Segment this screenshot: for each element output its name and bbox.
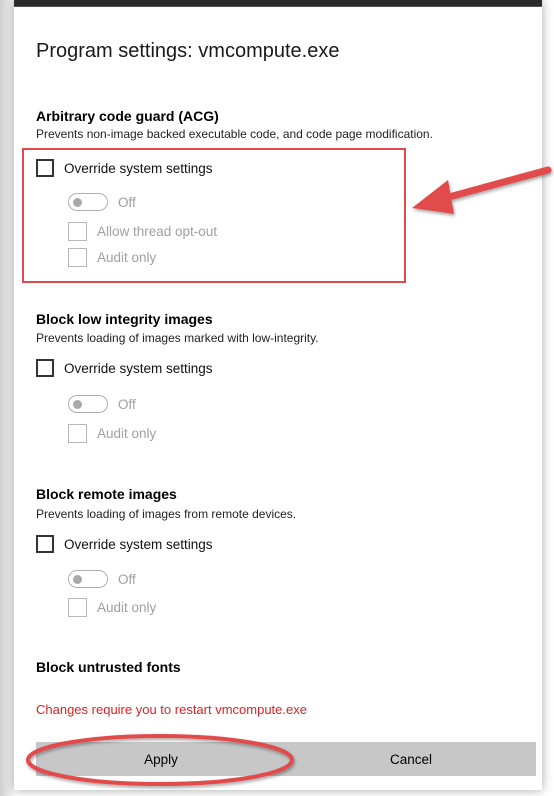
low-integrity-audit-only-row: Audit only xyxy=(68,424,156,443)
remote-images-toggle-row: Off xyxy=(68,570,136,588)
remote-images-toggle-label: Off xyxy=(118,571,136,587)
low-integrity-override-checkbox[interactable] xyxy=(36,359,54,377)
annotation-highlight-box xyxy=(22,148,406,283)
section-desc-remote-images: Prevents loading of images from remote d… xyxy=(36,507,297,521)
remote-images-audit-only-label: Audit only xyxy=(97,600,157,615)
annotation-oval xyxy=(26,734,294,786)
remote-images-audit-only-row: Audit only xyxy=(68,598,156,617)
remote-images-override-label: Override system settings xyxy=(64,536,213,552)
remote-images-audit-only-checkbox xyxy=(68,598,87,617)
section-desc-low-integrity: Prevents loading of images marked with l… xyxy=(36,331,319,345)
low-integrity-override-label: Override system settings xyxy=(64,360,213,376)
annotation-arrow-icon xyxy=(412,166,552,214)
section-title-untrusted-fonts: Block untrusted fonts xyxy=(36,659,181,675)
cancel-button[interactable]: Cancel xyxy=(286,742,536,776)
low-integrity-override-row[interactable]: Override system settings xyxy=(36,359,213,377)
low-integrity-toggle-label: Off xyxy=(118,396,136,412)
page-title: Program settings: vmcompute.exe xyxy=(36,40,340,62)
toggle-knob xyxy=(73,399,82,409)
section-desc-acg: Prevents non-image backed executable cod… xyxy=(36,127,433,141)
restart-warning: Changes require you to restart vmcompute… xyxy=(36,702,307,717)
low-integrity-audit-only-checkbox xyxy=(68,424,87,443)
low-integrity-audit-only-label: Audit only xyxy=(97,426,157,441)
low-integrity-toggle-switch xyxy=(68,395,108,413)
window-top-edge xyxy=(14,0,542,7)
section-title-remote-images: Block remote images xyxy=(36,486,177,502)
remote-images-toggle-switch xyxy=(68,570,108,588)
toggle-knob xyxy=(73,574,82,584)
remote-images-override-row[interactable]: Override system settings xyxy=(36,535,213,553)
low-integrity-toggle-row: Off xyxy=(68,395,136,413)
section-title-low-integrity: Block low integrity images xyxy=(36,311,213,327)
remote-images-override-checkbox[interactable] xyxy=(36,535,54,553)
section-title-acg: Arbitrary code guard (ACG) xyxy=(36,108,219,124)
